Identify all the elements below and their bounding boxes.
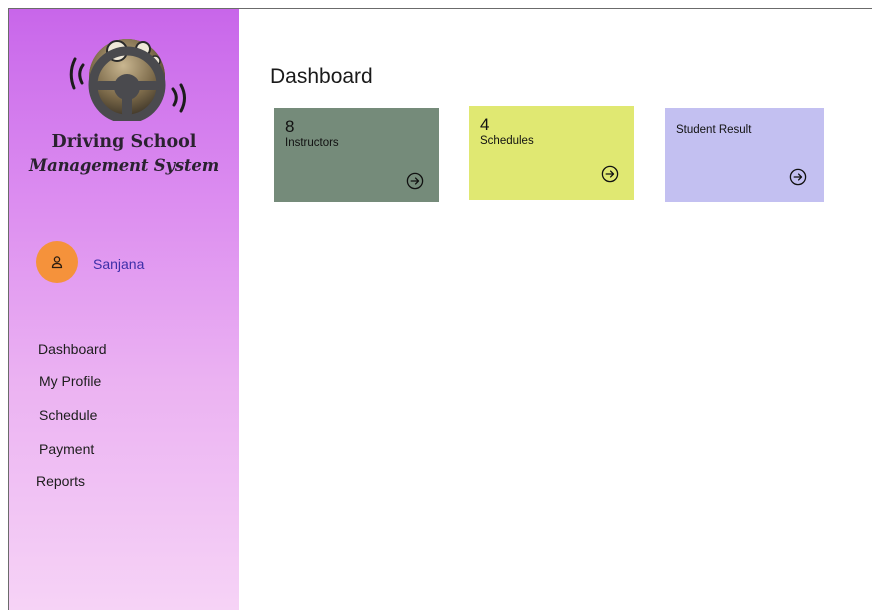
student-result-card[interactable]: Student Result bbox=[665, 108, 824, 202]
schedules-count: 4 bbox=[480, 115, 490, 134]
sidebar-item-my-profile[interactable]: My Profile bbox=[39, 373, 101, 389]
sidebar-item-dashboard[interactable]: Dashboard bbox=[38, 341, 107, 357]
steering-wheel-logo bbox=[69, 39, 186, 121]
schedules-card[interactable]: 4 Schedules bbox=[469, 106, 634, 200]
sidebar-item-payment[interactable]: Payment bbox=[39, 441, 94, 457]
page-title: Dashboard bbox=[270, 65, 373, 88]
brand-title-line2: Management System bbox=[29, 156, 219, 175]
instructors-count: 8 bbox=[285, 117, 295, 136]
schedules-label: Schedules bbox=[480, 135, 534, 147]
arrow-right-circle-icon[interactable] bbox=[406, 172, 424, 190]
arrow-right-circle-icon[interactable] bbox=[601, 165, 619, 183]
brand-title-line1: Driving School bbox=[51, 132, 197, 152]
arrow-right-circle-icon[interactable] bbox=[789, 168, 807, 186]
sidebar-item-schedule[interactable]: Schedule bbox=[39, 407, 97, 423]
sidebar-item-reports[interactable]: Reports bbox=[36, 473, 85, 489]
user-name[interactable]: Sanjana bbox=[93, 256, 144, 272]
instructors-card[interactable]: 8 Instructors bbox=[274, 108, 439, 202]
student-result-label: Student Result bbox=[676, 124, 752, 136]
instructors-label: Instructors bbox=[285, 137, 339, 149]
sidebar: Driving School Management System Sanjana… bbox=[9, 9, 239, 610]
avatar[interactable] bbox=[36, 241, 78, 283]
user-icon bbox=[51, 256, 63, 269]
